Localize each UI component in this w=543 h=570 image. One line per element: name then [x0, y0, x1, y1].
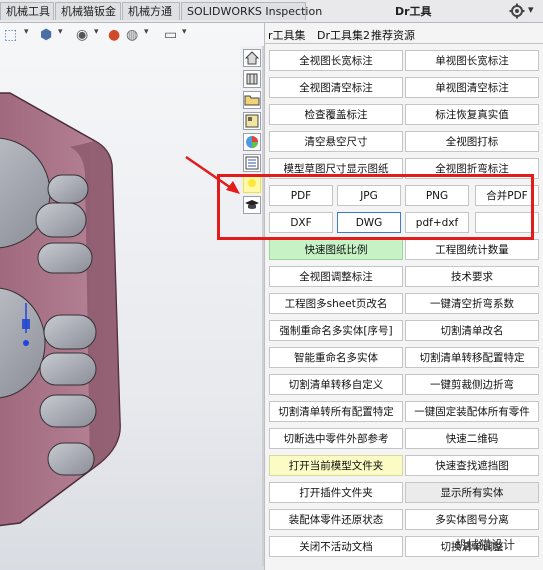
tool-button[interactable]: 快速二维码	[405, 428, 539, 449]
view-toolbar: ⬚ ▾ ⬢ ▾ ◉ ▾ ● ◍ ▾ ▭ ▾	[0, 23, 264, 47]
tab-mech-tools[interactable]: 机械工具	[0, 2, 54, 20]
graphics-viewport[interactable]	[0, 23, 264, 570]
tool-button[interactable]: 单视图长宽标注	[405, 50, 539, 71]
tool-button[interactable]: 技术要求	[405, 266, 539, 287]
tool-button[interactable]: 切割清单转移配置特定	[405, 347, 539, 368]
tool-button[interactable]: 打开当前模型文件夹	[269, 455, 403, 476]
chevron-down-icon[interactable]: ▾	[94, 27, 99, 37]
view-palette-icon[interactable]	[243, 112, 261, 130]
chevron-down-icon[interactable]: ▾	[58, 27, 63, 37]
chevron-down-icon[interactable]: ▾	[144, 27, 149, 37]
tool-button[interactable]: 快速查找遮挡图	[405, 455, 539, 476]
tool-button[interactable]: 合并PDF	[475, 185, 539, 206]
tool-button[interactable]: 一键清空折弯系数	[405, 293, 539, 314]
panel-tab-strip: r工具集 Dr工具集2 推荐资源	[265, 25, 543, 44]
tool-button[interactable]: 切断选中零件外部参考	[269, 428, 403, 449]
view-orientation-icon[interactable]: ⬚	[4, 25, 17, 45]
tool-button[interactable]: 一键固定装配体所有零件	[405, 401, 539, 422]
tool-button[interactable]: 全视图折弯标注	[405, 158, 539, 179]
tool-button[interactable]: 工程图统计数量	[405, 239, 539, 260]
panel-scrollbar[interactable]	[262, 46, 264, 566]
tab-mech-cat-sheetmetal[interactable]: 机械猫钣金	[55, 2, 121, 20]
tool-button[interactable]: 一键剪裁侧边折弯	[405, 374, 539, 395]
tool-button[interactable]: JPG	[337, 185, 401, 206]
tool-button[interactable]: 标注恢复真实值	[405, 104, 539, 125]
tool-button[interactable]: 关闭不活动文档	[269, 536, 403, 557]
gear-icon[interactable]	[509, 3, 525, 19]
appearance-icon[interactable]: ●	[108, 25, 120, 45]
graduation-cap-icon[interactable]	[243, 196, 261, 214]
tool-button[interactable]: 装配体零件还原状态	[269, 509, 403, 530]
hide-show-icon[interactable]: ◉	[76, 25, 88, 45]
tool-button[interactable]: 切割清单转所有配置特定	[269, 401, 403, 422]
appearances-icon[interactable]	[243, 133, 261, 151]
tool-button[interactable]: 快速图纸比例	[269, 239, 403, 260]
tool-button[interactable]: 强制重命名多实体[序号]	[269, 320, 403, 341]
monitor-icon[interactable]: ▭	[164, 25, 177, 45]
folder-icon[interactable]	[243, 91, 261, 109]
tool-button[interactable]: 显示所有实体	[405, 482, 539, 503]
tool-button[interactable]: DWG	[337, 212, 401, 233]
tool-button[interactable]: PNG	[405, 185, 469, 206]
chevron-down-icon[interactable]: ▾	[528, 3, 534, 16]
display-style-icon[interactable]: ⬢	[40, 25, 52, 45]
tool-button[interactable]: pdf+dxf	[405, 212, 469, 233]
tool-button[interactable]: 检查覆盖标注	[269, 104, 403, 125]
tool-button[interactable]: 全视图清空标注	[269, 77, 403, 98]
tool-button[interactable]: 全视图打标	[405, 131, 539, 152]
tool-button[interactable]: 多实体图号分离	[405, 509, 539, 530]
tool-button[interactable]: 全视图长宽标注	[269, 50, 403, 71]
dr-tools-panel: r工具集 Dr工具集2 推荐资源 全视图长宽标注 单视图长宽标注 全视图清空标注 单视…	[264, 23, 543, 570]
tab-solidworks-inspection[interactable]: SOLIDWORKS Inspection	[181, 2, 322, 20]
tool-button[interactable]: 模型草图尺寸显示图纸	[269, 158, 403, 179]
tab-recommended-resources[interactable]: 推荐资源	[371, 27, 415, 43]
custom-properties-icon[interactable]	[243, 154, 261, 172]
tool-button[interactable]: 工程图多sheet页改名	[269, 293, 403, 314]
tool-button[interactable]: PDF	[269, 185, 333, 206]
tab-mech-square-tube[interactable]: 机械方通	[122, 2, 180, 20]
watermark: 机械猫设计	[455, 538, 516, 552]
tool-button[interactable]: 打开插件文件夹	[269, 482, 403, 503]
design-library-icon[interactable]	[243, 70, 261, 88]
chevron-down-icon[interactable]: ▾	[24, 27, 29, 37]
tool-button[interactable]	[475, 212, 539, 233]
scene-icon[interactable]: ◍	[126, 25, 138, 45]
tool-button[interactable]: DXF	[269, 212, 333, 233]
home-icon[interactable]	[243, 49, 261, 67]
tool-button[interactable]: 切割清单改名	[405, 320, 539, 341]
command-manager-tabs: 机械工具 机械猫钣金 机械方通 SOLIDWORKS Inspection Dr…	[0, 0, 543, 23]
tab-dr-toolset[interactable]: r工具集	[268, 27, 306, 43]
tool-button[interactable]: 清空悬空尺寸	[269, 131, 403, 152]
tool-button[interactable]: 切割清单转移自定义	[269, 374, 403, 395]
tool-button[interactable]: 全视图调整标注	[269, 266, 403, 287]
tab-dr-toolset-2[interactable]: Dr工具集2	[317, 27, 370, 43]
tool-button[interactable]: 智能重命名多实体	[269, 347, 403, 368]
lightbulb-icon[interactable]	[243, 175, 261, 193]
panel-title: Dr工具	[395, 5, 432, 18]
tool-button[interactable]: 单视图清空标注	[405, 77, 539, 98]
part-model-image	[0, 92, 121, 527]
chevron-down-icon[interactable]: ▾	[182, 27, 187, 37]
